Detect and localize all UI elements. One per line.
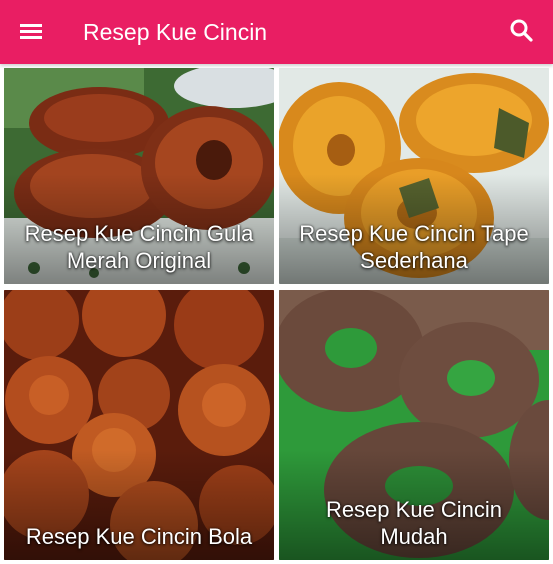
recipe-card-bola[interactable]: Resep Kue Cincin Bola <box>4 290 274 560</box>
recipe-caption-line1: Resep Kue Cincin Tape <box>299 221 529 246</box>
search-icon[interactable] <box>504 14 538 48</box>
recipe-caption-line1: Resep Kue Cincin <box>325 497 503 522</box>
recipe-caption-line2: Sederhana <box>360 248 468 273</box>
recipe-caption-line2: Mudah <box>380 524 448 549</box>
recipe-card-mudah[interactable]: Resep Kue Cincin Mudah <box>279 290 549 560</box>
recipe-caption-line1: Resep Kue Cincin Gula <box>24 221 254 246</box>
hamburger-menu-icon[interactable] <box>14 16 48 48</box>
app-bar: Resep Kue Cincin <box>0 0 553 64</box>
recipe-caption: Resep Kue Cincin Gula Merah Original <box>10 220 268 274</box>
recipe-caption-line2: Merah Original <box>66 248 212 273</box>
app-title: Resep Kue Cincin <box>83 19 268 45</box>
recipe-caption: Resep Kue Cincin Mudah <box>285 496 543 550</box>
recipe-card-tape-sederhana[interactable]: Resep Kue Cincin Tape Sederhana <box>279 68 549 284</box>
recipe-caption: Resep Kue Cincin Tape Sederhana <box>285 220 543 274</box>
recipe-card-gula-merah[interactable]: Resep Kue Cincin Gula Merah Original <box>4 68 274 284</box>
recipe-caption-line1: Resep Kue Cincin Bola <box>25 524 253 549</box>
recipe-grid: Resep Kue Cincin Gula Merah Original Res… <box>0 64 553 564</box>
recipe-caption: Resep Kue Cincin Bola <box>10 523 268 550</box>
